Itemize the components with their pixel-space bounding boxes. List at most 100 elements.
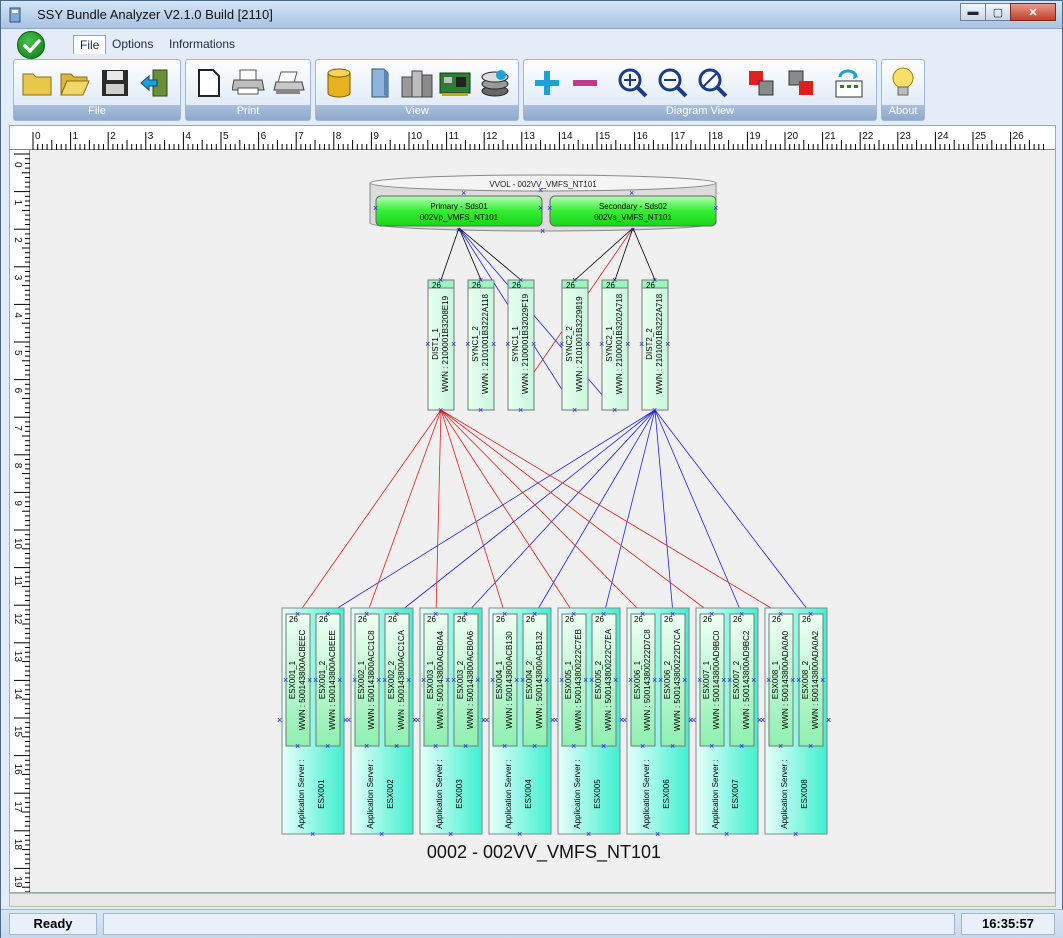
server-name: ESX001 (317, 779, 326, 809)
ruler-label: 16 (637, 131, 649, 142)
hba-esx003-2: 26ESX003_2 WWN : 500143800ACB0A6××× × (451, 609, 480, 751)
anchor-marker: × (571, 741, 576, 751)
title-bar[interactable]: SSY Bundle Analyzer V2.1.0 Build [2110] … (1, 1, 1062, 29)
hba-name: ESX001_2 (318, 660, 327, 699)
network-card-icon[interactable] (438, 66, 472, 100)
server-label: Application Server : (780, 759, 789, 828)
anchor-marker: × (484, 715, 489, 725)
lightbulb-icon[interactable] (886, 66, 920, 100)
anchor-marker: × (502, 609, 507, 619)
hba-name: ESX005_1 (564, 660, 573, 699)
ruler-label: 19 (749, 131, 761, 142)
anchor-marker: × (475, 675, 480, 685)
zoom-reset-icon[interactable] (696, 66, 730, 100)
open-folder-icon[interactable] (58, 66, 92, 100)
anchor-marker: × (283, 675, 288, 685)
volume-port-link (458, 227, 482, 281)
layout-grey-icon[interactable] (744, 66, 778, 100)
server-icon[interactable] (362, 66, 396, 100)
hba-esx004-1: 26ESX004_1 WWN : 500143800ACB130××× × (490, 609, 519, 751)
ruler-label: 5 (223, 131, 229, 142)
hba-esx007-2: 26ESX007_2 WWN : 500143800AD9BC2××× × (727, 609, 756, 751)
server-rack-icon[interactable] (400, 66, 434, 100)
hba-wwn: WWN : 500143800ACC1CA (397, 629, 406, 730)
port-hba-link (435, 409, 442, 615)
diagram-area[interactable]: 0 1 2 3 4 5 6 7 8 9 10 11 12 13 14 15 16 17 18 19 20 21 22 23 24… (9, 125, 1056, 893)
anchor-marker: × (540, 226, 545, 236)
collapse-minus-icon[interactable] (568, 66, 602, 100)
server-label: Application Server : (435, 759, 444, 828)
anchor-marker: × (532, 741, 537, 751)
tab-informations[interactable]: Informations (169, 37, 235, 51)
hba-name: ESX002_1 (357, 660, 366, 699)
secondary-label: Secondary - Sds02 (599, 202, 668, 211)
anchor-marker: × (612, 405, 617, 415)
zoom-out-icon[interactable] (656, 66, 690, 100)
exit-door-icon[interactable] (138, 66, 172, 100)
anchor-marker: × (346, 715, 351, 725)
hba-name: ESX008_1 (771, 660, 780, 699)
folder-icon[interactable] (20, 66, 54, 100)
ruler-label: 0 (12, 162, 23, 168)
hba-name: ESX002_2 (387, 660, 396, 699)
server-label: Application Server : (297, 759, 306, 828)
hba-wwn: WWN : 500143800ACB130 (505, 631, 514, 729)
hba-esx008-1: 26ESX008_1 WWN : 500143800ADA0A0××× × (766, 609, 795, 751)
anchor-marker: × (709, 741, 714, 751)
anchor-marker: × (514, 675, 519, 685)
anchor-marker: × (739, 609, 744, 619)
tab-file[interactable]: File (73, 35, 107, 54)
volume-port-link (440, 227, 460, 281)
status-bar: Ready 16:35:57 (1, 909, 1063, 938)
database-icon[interactable] (322, 66, 356, 100)
close-button[interactable]: ✕ (1010, 3, 1056, 21)
toolbar-group-view: View (315, 59, 519, 121)
horizontal-scrollbar[interactable] (9, 893, 1056, 907)
anchor-marker: × (739, 741, 744, 751)
anchor-marker: × (373, 203, 378, 213)
anchor-marker: × (628, 675, 633, 685)
server-name: ESX008 (800, 779, 809, 809)
anchor-marker: × (790, 675, 795, 685)
hba-name: ESX003_1 (426, 660, 435, 699)
anchor-marker: × (295, 741, 300, 751)
anchor-marker: × (572, 405, 577, 415)
expand-plus-icon[interactable] (530, 66, 564, 100)
new-page-icon[interactable] (192, 66, 226, 100)
disk-stack-icon[interactable] (478, 66, 512, 100)
floppy-save-icon[interactable] (98, 66, 132, 100)
ruler-label: 23 (900, 131, 912, 142)
server-name: ESX003 (455, 779, 464, 809)
hba-wwn: WWN : 500143800ADA0A2 (811, 630, 820, 729)
port-wwn: WWN : 2101001B3222A718 (655, 293, 664, 394)
anchor-marker: × (583, 675, 588, 685)
hba-wwn: WWN : 500143800222D7C8 (643, 629, 652, 731)
port-name: DIST1_1 (431, 328, 440, 360)
anchor-marker: × (406, 675, 411, 685)
tab-options[interactable]: Options (112, 37, 153, 51)
server-name: ESX005 (593, 779, 602, 809)
hba-esx006-1: 26ESX006_1 WWN : 500143800222D7C8××× × (628, 609, 657, 751)
diagram-canvas[interactable]: VVOL - 002VV_VMFS_NT101 Primary - Sds01 00… (30, 150, 1055, 892)
anchor-marker: × (518, 405, 523, 415)
port-name: SYNC2_2 (565, 326, 574, 362)
primary-label: Primary - Sds01 (430, 202, 488, 211)
printer-icon[interactable] (232, 66, 266, 100)
minimize-button[interactable]: ▬ (960, 3, 986, 21)
anchor-marker: × (433, 609, 438, 619)
refresh-diagram-icon[interactable] (832, 66, 866, 100)
horizontal-ruler-ticks: 0 1 2 3 4 5 6 7 8 9 10 11 12 13 14 15 16 17 18 19 20 21 22 23 24… (32, 131, 1044, 150)
anchor-marker: × (697, 675, 702, 685)
ok-check-button[interactable] (17, 31, 45, 59)
app-icon (9, 7, 21, 23)
anchor-marker: × (670, 741, 675, 751)
maximize-button[interactable]: ▢ (985, 3, 1011, 21)
layout-red-icon[interactable] (784, 66, 818, 100)
zoom-in-icon[interactable] (616, 66, 650, 100)
anchor-marker: × (808, 609, 813, 619)
anchor-marker: × (760, 715, 765, 725)
link-lines (297, 227, 812, 615)
hba-name: ESX005_2 (594, 660, 603, 699)
hba-esx001-2: 26ESX001_2 WWN : 500143800ACBEEE××× × (313, 609, 342, 751)
printer-setup-icon[interactable] (272, 66, 306, 100)
